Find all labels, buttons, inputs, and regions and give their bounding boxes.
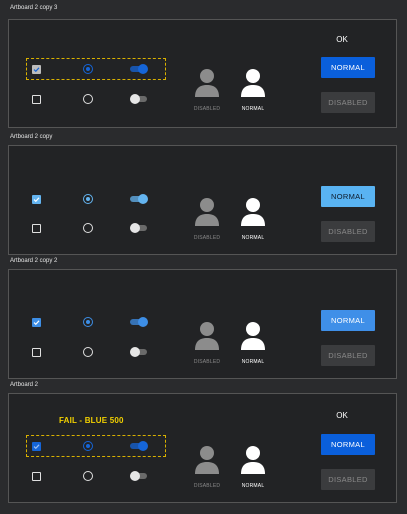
avatar-normal-label: NORMAL <box>241 483 265 489</box>
checkbox-checked[interactable] <box>32 195 41 204</box>
toggle-off[interactable] <box>130 471 148 481</box>
disabled-button[interactable]: DISABLED <box>321 221 375 242</box>
checkbox-checked[interactable] <box>32 318 41 327</box>
person-icon <box>195 69 219 97</box>
avatar-disabled-label: DISABLED <box>193 106 221 112</box>
checkmark-icon <box>33 444 40 450</box>
disabled-button[interactable]: DISABLED <box>321 469 375 490</box>
toggle-off[interactable] <box>130 223 148 233</box>
fail-label: FAIL - BLUE 500 <box>59 416 124 425</box>
ok-label: OK <box>336 411 348 420</box>
person-icon <box>241 322 265 350</box>
checkbox-unchecked[interactable] <box>32 348 41 357</box>
toggle-on[interactable] <box>130 317 148 327</box>
artboard-frame: OK DISABLED NORMAL NORMAL DISABLED <box>8 19 397 128</box>
artboard-frame: DISABLED NORMAL NORMAL DISABLED <box>8 269 397 379</box>
artboard-title: Artboard 2 copy 3 <box>10 5 58 11</box>
artboard-title: Artboard 2 copy 2 <box>10 258 58 264</box>
person-icon <box>195 322 219 350</box>
person-icon <box>241 198 265 226</box>
person-icon <box>241 446 265 474</box>
avatar-normal-label: NORMAL <box>241 106 265 112</box>
person-icon <box>195 446 219 474</box>
toggle-off[interactable] <box>130 347 148 357</box>
toggle-on[interactable] <box>130 64 148 74</box>
radio-unselected[interactable] <box>83 94 93 104</box>
artboard-title: Artboard 2 <box>10 382 39 388</box>
artboard-frame: FAIL - BLUE 500 OK DISABLED NORMAL NORMA… <box>8 393 397 503</box>
checkbox-unchecked[interactable] <box>32 224 41 233</box>
person-icon <box>241 69 265 97</box>
disabled-button[interactable]: DISABLED <box>321 345 375 366</box>
checkmark-icon <box>33 320 40 326</box>
person-icon <box>195 198 219 226</box>
normal-button[interactable]: NORMAL <box>321 434 375 455</box>
checkbox-unchecked[interactable] <box>32 95 41 104</box>
artboard-frame: DISABLED NORMAL NORMAL DISABLED <box>8 145 397 255</box>
ok-label: OK <box>336 35 348 44</box>
toggle-off[interactable] <box>130 94 148 104</box>
radio-unselected[interactable] <box>83 223 93 233</box>
toggle-on[interactable] <box>130 194 148 204</box>
radio-unselected[interactable] <box>83 471 93 481</box>
radio-selected[interactable] <box>83 441 93 451</box>
radio-selected[interactable] <box>83 194 93 204</box>
avatar-disabled-label: DISABLED <box>193 483 221 489</box>
artboard-title: Artboard 2 copy <box>10 134 53 140</box>
toggle-on[interactable] <box>130 441 148 451</box>
normal-button[interactable]: NORMAL <box>321 310 375 331</box>
checkbox-checked[interactable] <box>32 65 41 74</box>
checkbox-checked[interactable] <box>32 442 41 451</box>
checkmark-icon <box>33 197 40 203</box>
disabled-button[interactable]: DISABLED <box>321 92 375 113</box>
checkbox-unchecked[interactable] <box>32 472 41 481</box>
avatar-normal-label: NORMAL <box>241 359 265 365</box>
avatar-disabled-label: DISABLED <box>193 359 221 365</box>
avatar-normal-label: NORMAL <box>241 235 265 241</box>
radio-unselected[interactable] <box>83 347 93 357</box>
avatar-disabled-label: DISABLED <box>193 235 221 241</box>
radio-selected[interactable] <box>83 64 93 74</box>
normal-button[interactable]: NORMAL <box>321 186 375 207</box>
checkmark-icon <box>33 67 40 73</box>
radio-selected[interactable] <box>83 317 93 327</box>
normal-button[interactable]: NORMAL <box>321 57 375 78</box>
